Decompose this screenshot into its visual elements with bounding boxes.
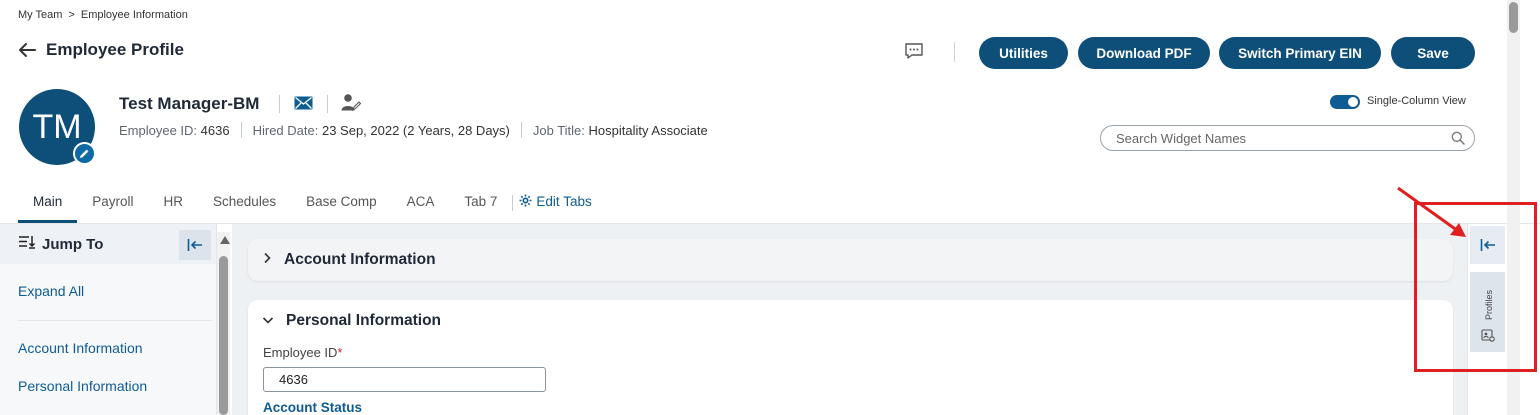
jump-list-icon (18, 235, 36, 253)
personal-information-title: Personal Information (286, 312, 442, 329)
hired-date-label: Hired Date: (252, 122, 319, 138)
tab-7[interactable]: Tab 7 (449, 187, 512, 223)
name-divider (279, 95, 280, 113)
breadcrumb-current: Employee Information (80, 9, 188, 21)
account-status-label: Account Status (263, 400, 363, 415)
hired-date-value: 23 Sep, 2022 (2 Years, 28 Days) (321, 122, 510, 138)
search-widget-input[interactable]: Search Widget Names (1100, 125, 1475, 151)
scroll-up-arrow-icon[interactable] (220, 236, 230, 244)
meta-divider (240, 122, 242, 138)
single-column-toggle[interactable] (1330, 95, 1360, 109)
employee-profile-page: My Team > Employee Information Employee … (0, 0, 1540, 415)
chevron-down-icon (262, 312, 274, 330)
required-asterisk: * (337, 345, 343, 360)
job-title-value: Hospitality Associate (588, 122, 708, 138)
employee-id-value: 4636 (200, 122, 230, 138)
employee-id-label: Employee ID: (119, 122, 198, 138)
profile-tabs: Main Payroll HR Schedules Base Comp ACA … (18, 187, 598, 223)
jump-to-title: Jump To (42, 235, 104, 253)
employee-id-field[interactable]: 4636 (263, 367, 546, 392)
job-title-meta: Job Title: Hospitality Associate (533, 123, 708, 138)
search-placeholder: Search Widget Names (1116, 130, 1247, 146)
search-icon[interactable] (1451, 131, 1465, 145)
single-column-label: Single-Column View (1367, 95, 1466, 107)
jump-link-account-information[interactable]: Account Information (18, 340, 143, 356)
scroll-thumb[interactable] (219, 256, 228, 415)
breadcrumb-my-team[interactable]: My Team (18, 9, 62, 21)
tab-main[interactable]: Main (18, 187, 78, 223)
back-arrow-icon[interactable] (18, 41, 36, 59)
employee-id-meta: Employee ID: 4636 (119, 123, 230, 138)
save-button[interactable]: Save (1391, 37, 1475, 69)
hired-date-meta: Hired Date: 23 Sep, 2022 (2 Years, 28 Da… (253, 123, 510, 138)
meta-divider (520, 122, 522, 138)
toolbar-divider (954, 42, 955, 62)
page-title: Employee Profile (46, 40, 184, 59)
jump-link-personal-information[interactable]: Personal Information (18, 378, 147, 394)
edit-user-icon[interactable] (341, 93, 362, 112)
employee-meta: Employee ID: 4636 Hired Date: 23 Sep, 20… (119, 122, 708, 138)
left-panel-divider (18, 320, 212, 321)
annotation-arrow-icon (1397, 186, 1466, 237)
job-title-label: Job Title: (532, 122, 585, 138)
gear-icon (519, 194, 532, 210)
toggle-knob (1348, 97, 1358, 107)
comment-icon[interactable] (904, 42, 924, 60)
employee-id-field-label-text: Employee ID (263, 345, 338, 360)
chevron-right-icon (262, 251, 272, 269)
personal-information-card: Personal Information Employee ID* 4636 A… (248, 300, 1453, 415)
employee-name: Test Manager-BM (119, 94, 260, 113)
title-row: Employee Profile (18, 40, 184, 60)
collapse-left-panel-icon[interactable] (179, 230, 211, 260)
page-scroll-thumb[interactable] (1509, 2, 1518, 33)
account-information-title: Account Information (284, 251, 436, 268)
tab-aca[interactable]: ACA (392, 187, 450, 223)
download-pdf-button[interactable]: Download PDF (1078, 37, 1210, 69)
expand-all-link[interactable]: Expand All (18, 283, 84, 299)
jump-to-panel: Jump To Expand All Account Information P… (0, 224, 217, 415)
edit-tabs-label: Edit Tabs (536, 194, 592, 209)
personal-information-header[interactable]: Personal Information (262, 312, 441, 330)
email-icon[interactable] (294, 96, 313, 110)
utilities-button[interactable]: Utilities (979, 37, 1068, 69)
tab-base-comp[interactable]: Base Comp (291, 187, 392, 223)
main-content: Account Information Personal Information… (232, 224, 1467, 415)
account-information-card[interactable]: Account Information (248, 239, 1453, 281)
left-panel-scrollbar[interactable] (217, 232, 230, 415)
breadcrumb: My Team > Employee Information (18, 9, 188, 21)
breadcrumb-separator: > (68, 9, 75, 21)
switch-primary-ein-button[interactable]: Switch Primary EIN (1219, 37, 1381, 69)
employee-id-field-label: Employee ID* (263, 345, 342, 360)
name-divider (327, 95, 328, 113)
edit-avatar-pencil-icon[interactable] (73, 142, 96, 165)
tab-schedules[interactable]: Schedules (198, 187, 291, 223)
edit-tabs-button[interactable]: Edit Tabs (513, 187, 597, 210)
tab-hr[interactable]: HR (149, 187, 199, 223)
account-information-header[interactable]: Account Information (262, 251, 436, 269)
tab-payroll[interactable]: Payroll (77, 187, 148, 223)
